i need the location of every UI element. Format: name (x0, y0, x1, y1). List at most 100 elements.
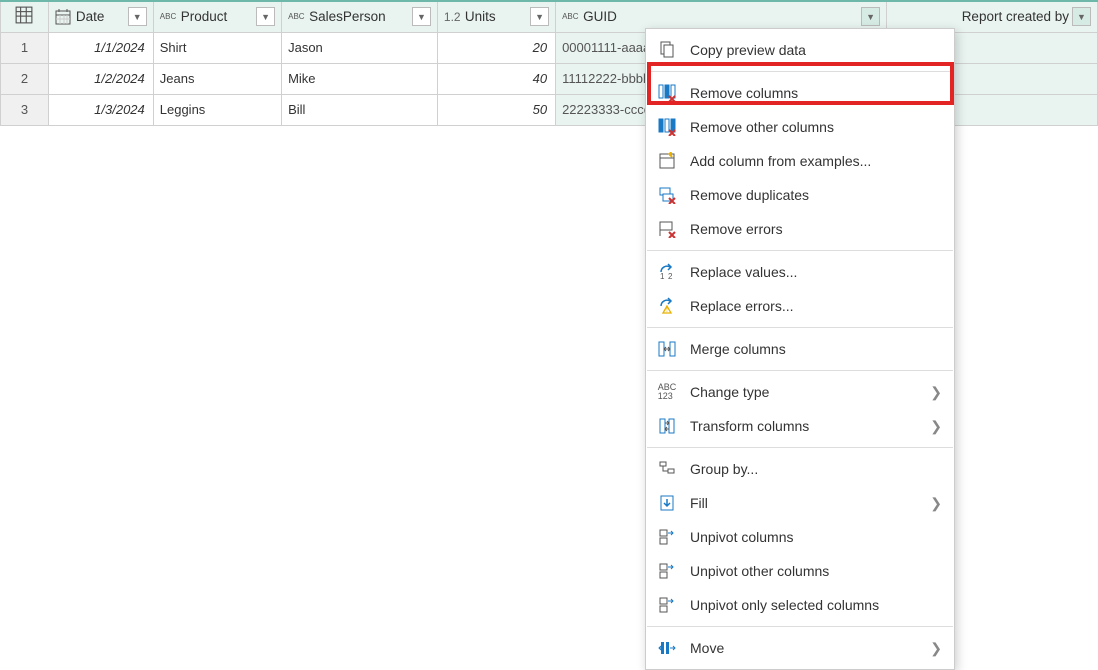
column-filter-button[interactable]: ▼ (530, 7, 549, 26)
menu-separator (647, 250, 953, 251)
menu-unpivot-selected-columns[interactable]: Unpivot only selected columns (646, 588, 954, 622)
svg-text:1: 1 (660, 272, 665, 281)
cell-units[interactable]: 40 (437, 63, 555, 94)
column-header-date[interactable]: Date ▼ (48, 1, 153, 32)
cell-salesperson[interactable]: Jason (282, 32, 438, 63)
column-header-units[interactable]: 1.2 Units ▼ (437, 1, 555, 32)
svg-text:!: ! (666, 307, 668, 314)
cell-salesperson[interactable]: Bill (282, 94, 438, 125)
cell-product[interactable]: Jeans (153, 63, 281, 94)
menu-separator (647, 626, 953, 627)
column-label: Report created by (914, 9, 1069, 24)
svg-text:2: 2 (668, 272, 673, 281)
menu-label: Change type (690, 384, 930, 400)
column-filter-button[interactable]: ▼ (1072, 7, 1091, 26)
column-header-salesperson[interactable]: ABC SalesPerson ▼ (282, 1, 438, 32)
remove-other-columns-icon (656, 116, 678, 138)
column-label: GUID (583, 9, 858, 24)
menu-label: Remove errors (690, 221, 942, 237)
menu-label: Unpivot only selected columns (690, 597, 942, 613)
menu-separator (647, 447, 953, 448)
text-type-icon: ABC (562, 12, 580, 21)
transform-columns-icon (656, 415, 678, 437)
menu-change-type[interactable]: ABC123 Change type ❯ (646, 375, 954, 409)
copy-icon (656, 39, 678, 61)
menu-label: Remove duplicates (690, 187, 942, 203)
menu-remove-other-columns[interactable]: Remove other columns (646, 110, 954, 144)
unpivot-icon (656, 526, 678, 548)
menu-replace-errors[interactable]: ! Replace errors... (646, 289, 954, 323)
row-index-header[interactable] (1, 1, 49, 32)
menu-remove-duplicates[interactable]: Remove duplicates (646, 178, 954, 212)
menu-separator (647, 370, 953, 371)
text-type-icon: ABC (288, 12, 306, 21)
menu-label: Remove columns (690, 85, 942, 101)
menu-label: Copy preview data (690, 42, 942, 58)
cell-date[interactable]: 1/2/2024 (48, 63, 153, 94)
group-by-icon (656, 458, 678, 480)
cell-salesperson[interactable]: Mike (282, 63, 438, 94)
menu-separator (647, 327, 953, 328)
cell-units[interactable]: 20 (437, 32, 555, 63)
menu-add-column-examples[interactable]: Add column from examples... (646, 144, 954, 178)
menu-merge-columns[interactable]: Merge columns (646, 332, 954, 366)
menu-remove-columns[interactable]: Remove columns (646, 76, 954, 110)
fill-icon (656, 492, 678, 514)
column-filter-button[interactable]: ▼ (256, 7, 275, 26)
menu-group-by[interactable]: Group by... (646, 452, 954, 486)
menu-copy-preview[interactable]: Copy preview data (646, 33, 954, 67)
menu-label: Transform columns (690, 418, 930, 434)
cell-date[interactable]: 1/1/2024 (48, 32, 153, 63)
menu-transform-columns[interactable]: Transform columns ❯ (646, 409, 954, 443)
remove-errors-icon (656, 218, 678, 240)
menu-label: Remove other columns (690, 119, 942, 135)
chevron-right-icon: ❯ (930, 640, 942, 657)
row-number: 2 (1, 63, 49, 94)
column-label: Product (181, 9, 253, 24)
chevron-right-icon: ❯ (930, 384, 942, 401)
replace-values-icon: 12 (656, 261, 678, 283)
unpivot-other-icon (656, 560, 678, 582)
move-icon (656, 637, 678, 659)
menu-label: Replace values... (690, 264, 942, 280)
add-column-examples-icon (656, 150, 678, 172)
row-number: 1 (1, 32, 49, 63)
merge-columns-icon (656, 338, 678, 360)
menu-label: Fill (690, 495, 930, 511)
column-label: Date (76, 9, 125, 24)
menu-separator (647, 71, 953, 72)
context-menu: Copy preview data Remove columns Remove … (645, 28, 955, 670)
cell-date[interactable]: 1/3/2024 (48, 94, 153, 125)
change-type-icon: ABC123 (656, 381, 678, 403)
menu-label: Replace errors... (690, 298, 942, 314)
menu-unpivot-columns[interactable]: Unpivot columns (646, 520, 954, 554)
menu-label: Group by... (690, 461, 942, 477)
column-label: SalesPerson (309, 9, 409, 24)
menu-fill[interactable]: Fill ❯ (646, 486, 954, 520)
chevron-right-icon: ❯ (930, 418, 942, 435)
menu-move[interactable]: Move ❯ (646, 631, 954, 665)
column-filter-button[interactable]: ▼ (861, 7, 880, 26)
menu-label: Add column from examples... (690, 153, 942, 169)
column-label: Units (465, 9, 527, 24)
menu-remove-errors[interactable]: Remove errors (646, 212, 954, 246)
unpivot-selected-icon (656, 594, 678, 616)
menu-label: Unpivot other columns (690, 563, 942, 579)
menu-label: Move (690, 640, 930, 656)
menu-replace-values[interactable]: 12 Replace values... (646, 255, 954, 289)
chevron-right-icon: ❯ (930, 495, 942, 512)
row-number: 3 (1, 94, 49, 125)
remove-columns-icon (656, 82, 678, 104)
cell-product[interactable]: Shirt (153, 32, 281, 63)
menu-unpivot-other-columns[interactable]: Unpivot other columns (646, 554, 954, 588)
date-type-icon (55, 9, 73, 25)
column-header-product[interactable]: ABC Product ▼ (153, 1, 281, 32)
table-icon (15, 6, 33, 24)
remove-duplicates-icon (656, 184, 678, 206)
column-filter-button[interactable]: ▼ (128, 7, 147, 26)
cell-units[interactable]: 50 (437, 94, 555, 125)
menu-label: Unpivot columns (690, 529, 942, 545)
column-filter-button[interactable]: ▼ (412, 7, 431, 26)
text-type-icon: ABC (160, 12, 178, 21)
cell-product[interactable]: Leggins (153, 94, 281, 125)
